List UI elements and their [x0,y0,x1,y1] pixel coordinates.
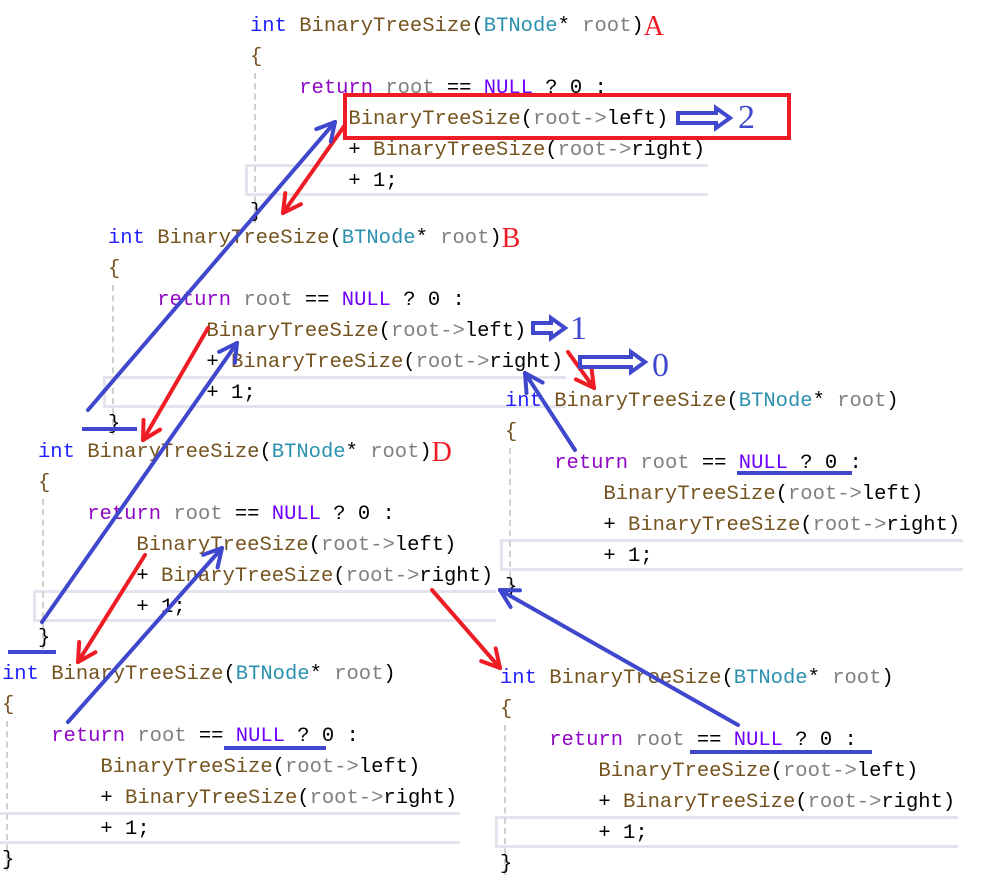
annotation-overlay: 2 1 0 [0,0,996,875]
result-a-label: 2 [738,99,755,136]
return-arrow-right-leaf-to-b [525,373,575,450]
return-arrow-right-leaf-to-d [500,590,738,725]
result-double-arrow [580,352,645,372]
call-arrow-b-to-d [143,328,208,440]
result-b-left-label: 1 [570,310,587,347]
call-arrow-d-right [432,590,500,668]
result-double-arrow [678,108,730,128]
result-double-arrow [533,318,565,338]
return-arrow-left-leaf-to-d [68,548,222,722]
highlight-box-left-call [345,95,789,138]
return-arrow-d-to-b [42,343,237,622]
return-arrow-b-to-a [88,122,335,410]
result-b-right-label: 0 [652,347,669,384]
